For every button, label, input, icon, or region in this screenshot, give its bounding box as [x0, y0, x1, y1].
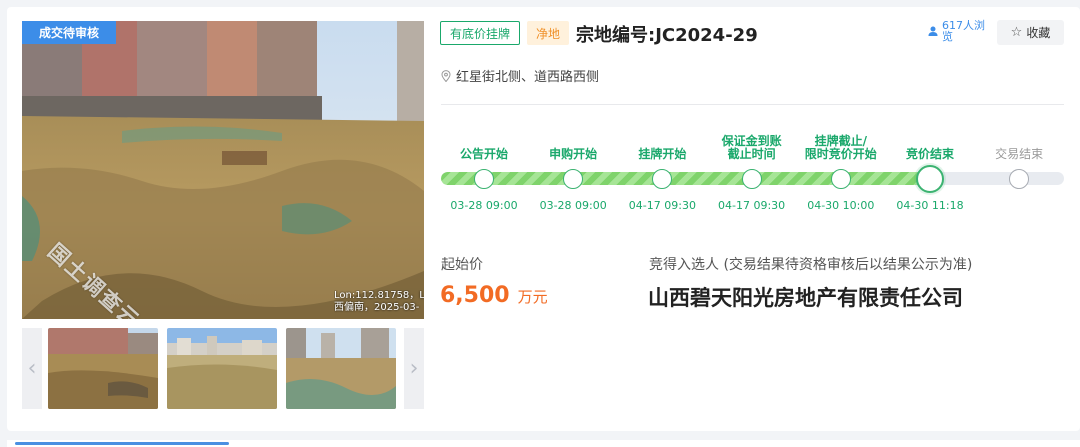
- parcel-title: 宗地编号:JC2024-29: [576, 25, 758, 46]
- land-type-tag: 净地: [527, 21, 570, 45]
- status-badge: 成交待审核: [22, 21, 116, 44]
- main-photo[interactable]: 成交待审核 国土调查云 Lon:112.81758，L 西偏南，2025-03-: [22, 21, 424, 319]
- starting-price-value: 6,500: [440, 283, 510, 308]
- timeline-step-date-3: 04-17 09:30: [628, 199, 696, 212]
- geo-caption-line2: 西偏南，2025-03-: [334, 302, 420, 313]
- thumbnail-next-button[interactable]: ›: [404, 328, 424, 409]
- timeline-step-label-1: 公告开始: [459, 147, 508, 161]
- address-text: 红星街北侧、道西路西侧: [456, 70, 600, 85]
- timeline-step-label-5: 挂牌截止/限时竞价开始: [791, 135, 891, 161]
- thumbnail-1-image: [48, 328, 158, 409]
- timeline-progress-fill: [441, 172, 930, 185]
- listing-type-tag: 有底价挂牌: [440, 21, 521, 45]
- timeline-step-date-2: 03-28 09:00: [539, 199, 607, 212]
- timeline-step-node-4: [741, 169, 762, 189]
- starting-price-unit: 万元: [517, 288, 548, 306]
- timeline-step-label-7: 交易结束: [995, 147, 1044, 161]
- timeline-step-date-5: 04-30 10:00: [807, 199, 875, 212]
- timeline-step-label-4: 保证金到账 截止时间: [702, 135, 802, 161]
- starting-price-label: 起始价: [441, 257, 483, 273]
- winner-name: 山西碧天阳光房地产有限责任公司: [648, 286, 963, 310]
- thumbnail-1[interactable]: [48, 328, 158, 409]
- photo-geo-caption: Lon:112.81758，L 西偏南，2025-03-: [334, 290, 424, 314]
- star-icon: ☆: [1010, 25, 1023, 40]
- thumbnail-prev-button[interactable]: ‹: [22, 328, 42, 409]
- thumbnail-2-image: [167, 328, 277, 409]
- timeline-step-node-5: [830, 169, 851, 189]
- geo-caption-line1: Lon:112.81758，L: [334, 290, 424, 301]
- favorite-button[interactable]: ☆ 收藏: [997, 20, 1064, 45]
- header-divider: [441, 104, 1064, 105]
- winner-label: 竞得入选人 (交易结果待资格审核后以结果公示为准): [649, 257, 973, 273]
- timeline-step-node-6: [916, 165, 944, 193]
- starting-price: 6,500 万元: [440, 283, 548, 308]
- timeline-step-label-5-line2: 限时竞价开始: [804, 147, 877, 161]
- location-pin-icon: [441, 69, 451, 82]
- thumbnail-3-image: [286, 328, 396, 409]
- thumbnail-3[interactable]: [286, 328, 396, 409]
- tab-bar-edge: [7, 440, 1080, 447]
- timeline-step-label-6: 竞价结束: [905, 147, 954, 161]
- timeline-step-label-3: 挂牌开始: [638, 147, 687, 161]
- timeline-step-date-1: 03-28 09:00: [450, 199, 518, 212]
- view-count: 617人浏览: [928, 20, 990, 42]
- timeline-step-date-4: 04-17 09:30: [718, 199, 786, 212]
- timeline-step-label-2: 申购开始: [549, 147, 598, 161]
- timeline-step-label-4-line2: 截止时间: [727, 147, 776, 161]
- timeline-step-date-6: 04-30 11:18: [896, 199, 964, 212]
- active-tab-indicator: [15, 442, 229, 445]
- timeline-step-node-1: [474, 169, 494, 189]
- thumbnail-2[interactable]: [167, 328, 277, 409]
- address: 红星街北侧、道西路西侧: [441, 66, 599, 85]
- person-icon: [928, 26, 938, 36]
- view-count-text: 617人浏览: [942, 19, 985, 43]
- favorite-label: 收藏: [1026, 26, 1051, 40]
